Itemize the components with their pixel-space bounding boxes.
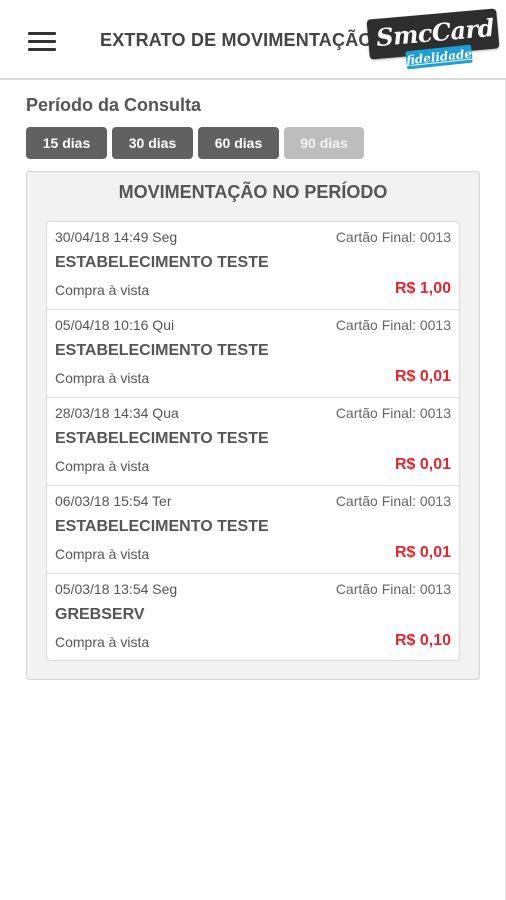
transaction-type: Compra à vista bbox=[55, 546, 150, 562]
period-button-60[interactable]: 60 dias bbox=[198, 127, 279, 159]
period-button-30[interactable]: 30 dias bbox=[112, 127, 193, 159]
hamburger-menu-icon[interactable] bbox=[28, 30, 58, 52]
transaction-merchant: ESTABELECIMENTO TESTE bbox=[55, 342, 269, 359]
transaction-card: Cartão Final: 0013 bbox=[335, 405, 451, 421]
transaction-date: 30/04/18 14:49 Seg bbox=[55, 229, 178, 245]
transaction-amount: R$ 0,01 bbox=[394, 456, 451, 473]
transaction-amount: R$ 1,00 bbox=[394, 280, 451, 297]
transaction-card: Cartão Final: 0013 bbox=[335, 581, 451, 597]
transaction-date: 28/03/18 14:34 Qua bbox=[55, 405, 179, 421]
page-title: EXTRATO DE MOVIMENTAÇÃO bbox=[100, 30, 373, 50]
transaction-amount: R$ 0,01 bbox=[394, 368, 451, 385]
menu-bar bbox=[28, 32, 56, 35]
period-label: Período da Consulta bbox=[26, 95, 202, 115]
transaction-type: Compra à vista bbox=[55, 634, 150, 650]
menu-bar bbox=[28, 48, 56, 51]
transaction-merchant: ESTABELECIMENTO TESTE bbox=[55, 254, 269, 271]
transaction-card: Cartão Final: 0013 bbox=[335, 317, 451, 333]
transaction-type: Compra à vista bbox=[55, 282, 150, 298]
transaction-card: Cartão Final: 0013 bbox=[335, 493, 451, 509]
transaction-type: Compra à vista bbox=[55, 370, 150, 386]
smccard-logo: SmcCard fidelidade bbox=[366, 8, 500, 70]
transaction-merchant: GREBSERV bbox=[55, 606, 145, 623]
transaction-date: 05/03/18 13:54 Seg bbox=[55, 581, 178, 597]
transaction-merchant: ESTABELECIMENTO TESTE bbox=[55, 518, 269, 535]
transaction-amount: R$ 0,10 bbox=[394, 632, 451, 649]
transaction-item[interactable]: 05/03/18 13:54 Seg Cartão Final: 0013 GR… bbox=[47, 574, 459, 660]
transaction-card: Cartão Final: 0013 bbox=[335, 229, 451, 245]
transaction-date: 06/03/18 15:54 Ter bbox=[55, 493, 172, 509]
transaction-item[interactable]: 05/04/18 10:16 Qui Cartão Final: 0013 ES… bbox=[47, 310, 459, 398]
transaction-amount: R$ 0,01 bbox=[394, 544, 451, 561]
transaction-list: 30/04/18 14:49 Seg Cartão Final: 0013 ES… bbox=[46, 221, 460, 661]
menu-bar bbox=[28, 40, 56, 43]
app-header: EXTRATO DE MOVIMENTAÇÃO SmcCard fidelida… bbox=[0, 0, 506, 80]
movement-title: MOVIMENTAÇÃO NO PERÍODO bbox=[118, 182, 388, 202]
period-button-group: 15 dias 30 dias 60 dias 90 dias bbox=[26, 127, 364, 159]
movement-panel: MOVIMENTAÇÃO NO PERÍODO 30/04/18 14:49 S… bbox=[26, 171, 480, 680]
transaction-type: Compra à vista bbox=[55, 458, 150, 474]
transaction-date: 05/04/18 10:16 Qui bbox=[55, 317, 175, 333]
period-button-90: 90 dias bbox=[284, 127, 364, 159]
transaction-item[interactable]: 30/04/18 14:49 Seg Cartão Final: 0013 ES… bbox=[47, 222, 459, 310]
transaction-item[interactable]: 06/03/18 15:54 Ter Cartão Final: 0013 ES… bbox=[47, 486, 459, 574]
transaction-merchant: ESTABELECIMENTO TESTE bbox=[55, 430, 269, 447]
period-button-15[interactable]: 15 dias bbox=[26, 127, 107, 159]
transaction-item[interactable]: 28/03/18 14:34 Qua Cartão Final: 0013 ES… bbox=[47, 398, 459, 486]
